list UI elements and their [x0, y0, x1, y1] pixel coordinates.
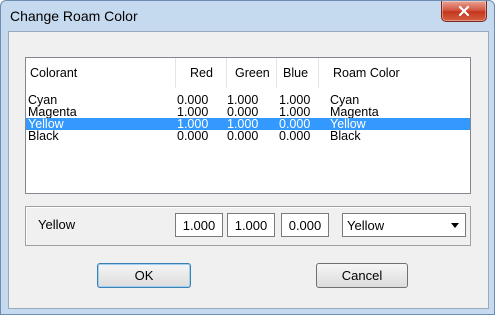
- list-row-black[interactable]: Black 0.000 0.000 0.000 Black: [26, 129, 470, 143]
- column-header-blue[interactable]: Blue: [277, 58, 319, 88]
- cell-roam-color: Black: [330, 129, 361, 143]
- selected-colorant-label: Yellow: [38, 217, 76, 232]
- column-header-red[interactable]: Red: [176, 58, 227, 88]
- column-header-green[interactable]: Green: [227, 58, 277, 88]
- roam-color-dropdown-value: Yellow: [347, 218, 385, 233]
- cell-colorant: Black: [28, 129, 59, 143]
- column-header-roam-color[interactable]: Roam Color: [319, 58, 470, 88]
- blue-value-field[interactable]: 0.000: [281, 213, 329, 237]
- column-header-colorant[interactable]: Colorant: [26, 58, 176, 88]
- edit-panel: Yellow 1.000 1.000 0.000 Yellow: [25, 206, 471, 246]
- column-header-label: Red: [190, 66, 213, 80]
- cell-green: 0.000: [227, 129, 259, 143]
- red-value-field[interactable]: 1.000: [175, 213, 223, 237]
- close-button[interactable]: [441, 1, 487, 22]
- cell-blue: 0.000: [279, 129, 311, 143]
- ok-button[interactable]: OK: [97, 263, 191, 288]
- list-header: Colorant Red Green Blue Roam Color: [26, 58, 470, 89]
- colorant-list[interactable]: Colorant Red Green Blue Roam Color Cyan …: [25, 57, 471, 194]
- window-title: Change Roam Color: [10, 8, 138, 24]
- column-header-label: Blue: [283, 66, 309, 80]
- close-icon: [458, 5, 470, 17]
- chevron-down-icon[interactable]: [451, 223, 459, 228]
- column-header-label: Roam Color: [333, 66, 400, 80]
- green-value-field[interactable]: 1.000: [227, 213, 275, 237]
- column-header-label: Green: [235, 66, 270, 80]
- roam-color-dropdown[interactable]: Yellow: [342, 213, 466, 237]
- column-header-label: Colorant: [30, 66, 78, 80]
- dialog-window: Change Roam Color Colorant Red Green Blu…: [0, 0, 495, 315]
- cell-red: 0.000: [177, 129, 209, 143]
- cancel-button[interactable]: Cancel: [316, 263, 408, 288]
- dialog-client-area: Colorant Red Green Blue Roam Color Cyan …: [8, 31, 489, 309]
- title-bar[interactable]: Change Roam Color: [1, 1, 494, 31]
